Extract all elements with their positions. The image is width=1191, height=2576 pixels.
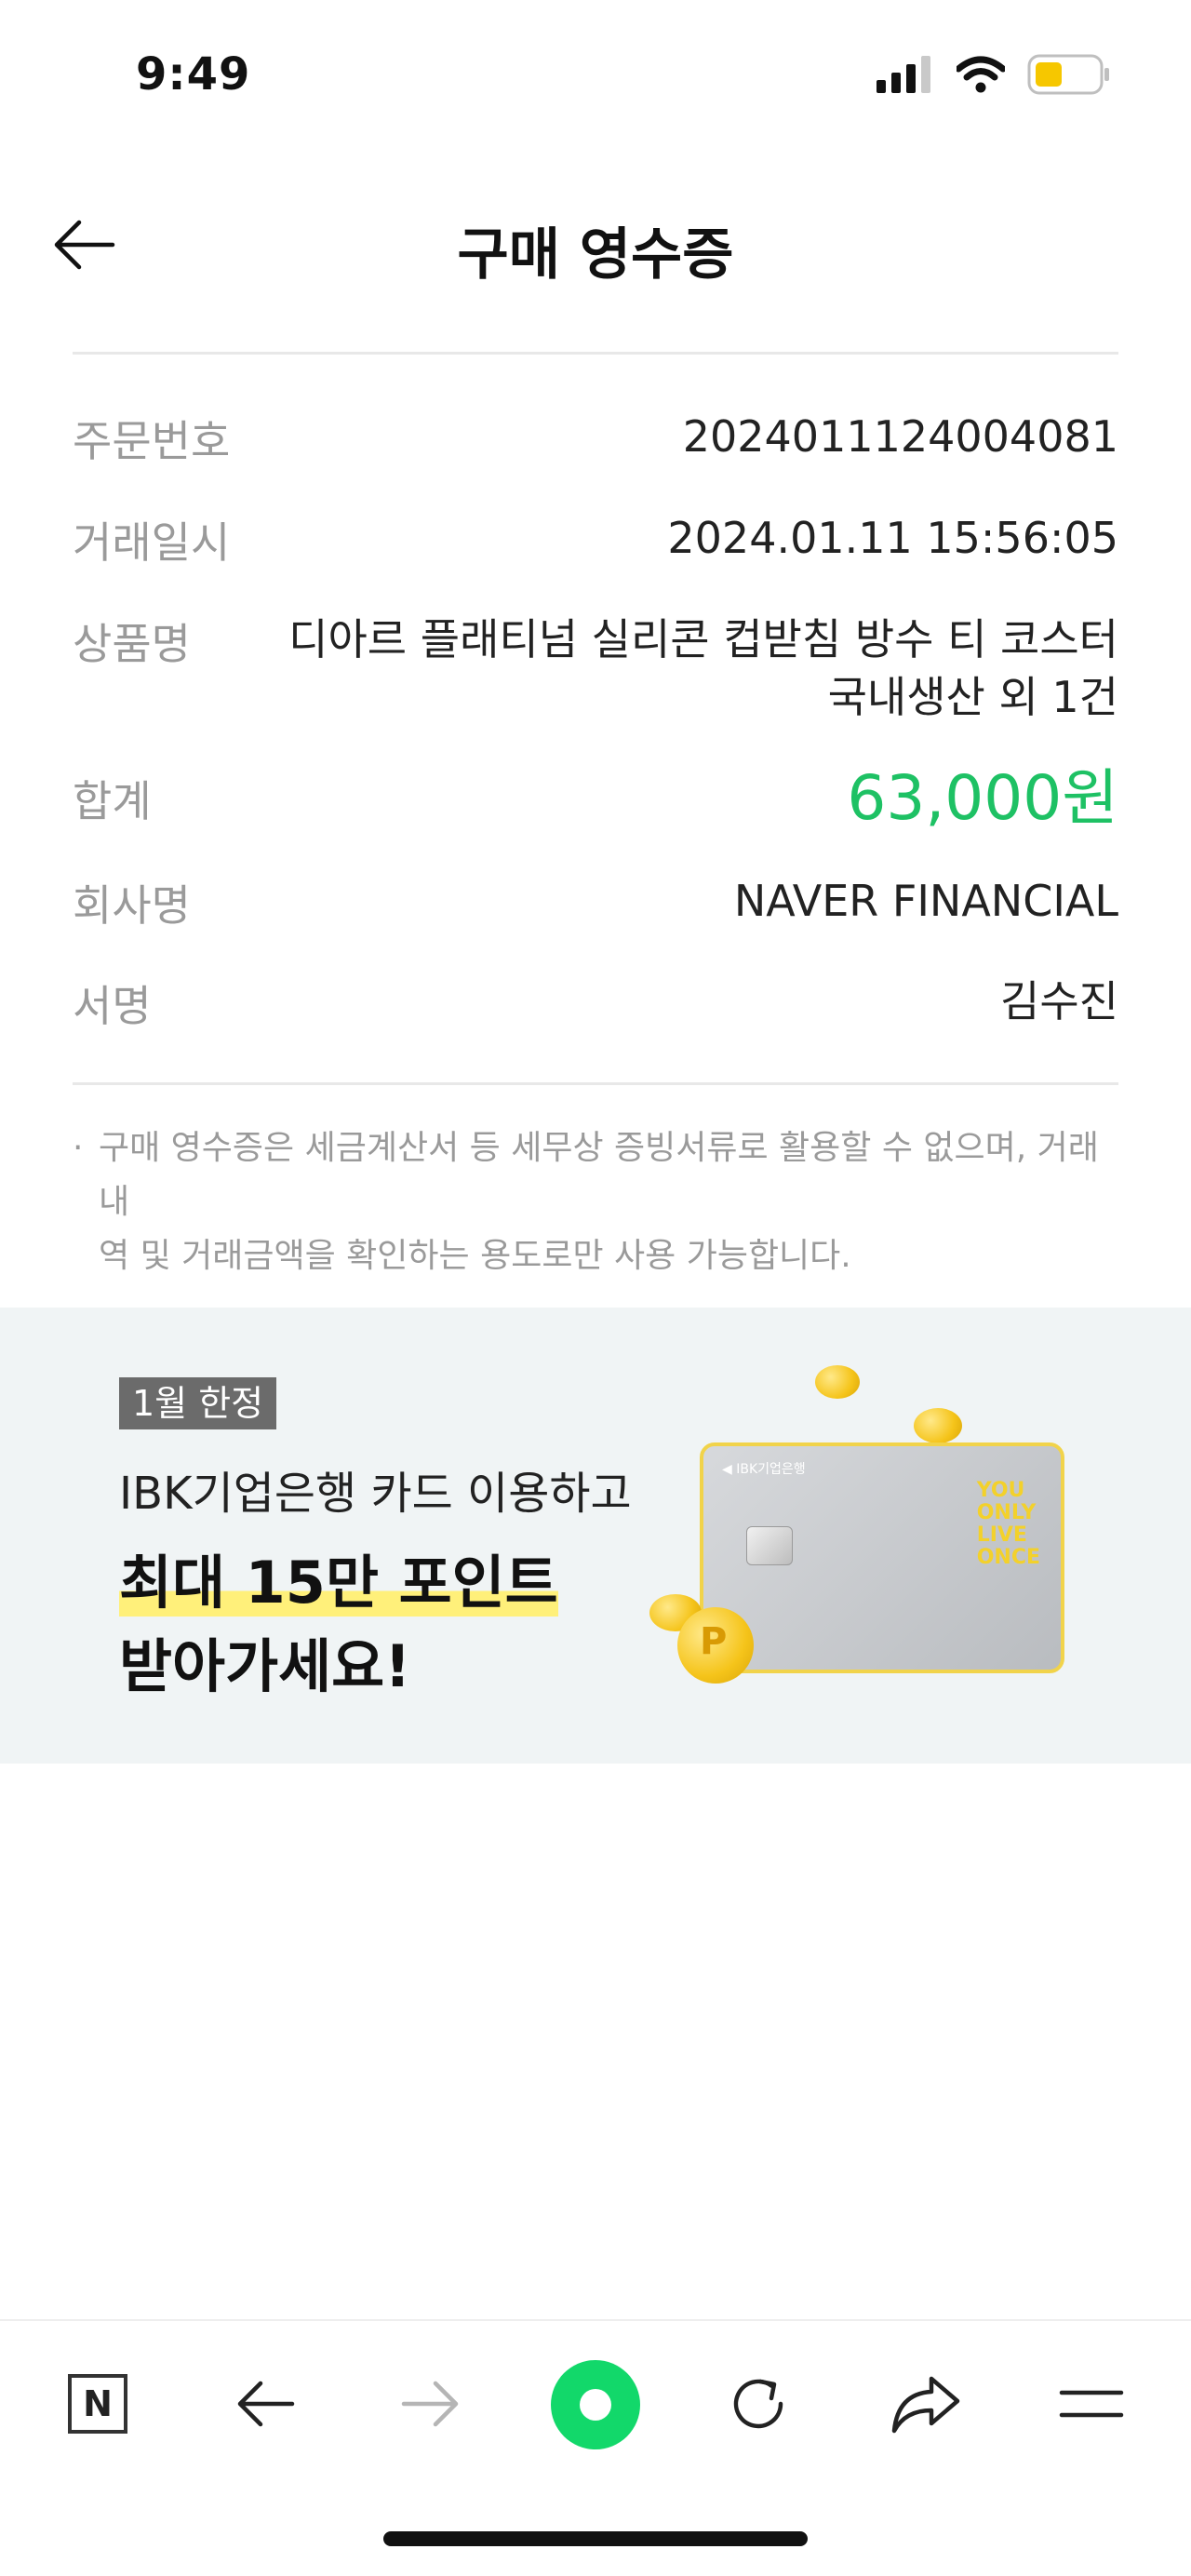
promo-headline-text: 최대 15만 포인트 xyxy=(119,1549,558,1617)
green-dot-icon xyxy=(551,2360,640,2449)
promo-headline: 최대 15만 포인트 xyxy=(119,1536,558,1619)
card-slogan-line: ONCE xyxy=(976,1546,1040,1569)
refresh-icon xyxy=(733,2379,783,2429)
menu-button[interactable] xyxy=(1050,2362,1133,2446)
company-row: 회사명 NAVER FINANCIAL xyxy=(73,872,1118,933)
product-name-line1: 디아르 플래티넘 실리콘 컵받침 방수 티 코스터 xyxy=(288,614,1118,664)
total-label: 합계 xyxy=(73,776,152,826)
order-number-row: 주문번호 2024011124004081 xyxy=(73,408,1118,469)
product-name-line2: 국내생산 외 1건 xyxy=(827,672,1118,722)
signature-label: 서명 xyxy=(73,981,152,1031)
naver-home-button[interactable]: N xyxy=(56,2362,140,2446)
card-chip-icon xyxy=(746,1526,793,1565)
point-coin-mark: P xyxy=(700,1620,728,1663)
notice-text: 구매 영수증은 세금계산서 등 세무상 증빙서류로 활용할 수 없으며, 거래내… xyxy=(99,1121,1118,1283)
battery-icon xyxy=(1027,54,1109,95)
order-number-value: 2024011124004081 xyxy=(682,411,1118,462)
top-divider xyxy=(73,352,1118,355)
order-number-label: 주문번호 xyxy=(73,416,231,466)
page-title: 구매 영수증 xyxy=(457,222,734,288)
share-icon xyxy=(891,2376,960,2434)
home-indicator[interactable] xyxy=(383,2531,808,2546)
naver-n-icon: N xyxy=(68,2374,127,2434)
green-dot-button[interactable] xyxy=(549,2358,642,2451)
signature-value: 김수진 xyxy=(1000,976,1118,1026)
card-slogan: YOU ONLY LIVE ONCE xyxy=(977,1480,1040,1569)
refresh-button[interactable] xyxy=(716,2362,800,2446)
arrow-left-icon xyxy=(237,2381,295,2427)
credit-card-image: ◀ IBK기업은행 YOU ONLY LIVE ONCE xyxy=(700,1442,1064,1673)
total-row: 합계 63,000원 xyxy=(73,761,1118,836)
promotion-banner[interactable]: 1월 한정 IBK기업은행 카드 이용하고 최대 15만 포인트 받아가세요! … xyxy=(0,1308,1191,1764)
status-icons xyxy=(877,54,1111,95)
card-slogan-line: YOU xyxy=(976,1479,1025,1502)
status-bar: 9:49 xyxy=(0,0,1191,158)
point-coin-icon: P xyxy=(677,1607,754,1684)
cellular-signal-icon xyxy=(877,56,930,93)
transaction-date-value: 2024.01.11 15:56:05 xyxy=(667,513,1118,563)
company-value: NAVER FINANCIAL xyxy=(733,876,1118,926)
coin-icon xyxy=(815,1365,860,1399)
notice-line1: 구매 영수증은 세금계산서 등 세무상 증빙서류로 활용할 수 없으며, 거래내 xyxy=(99,1129,1099,1221)
transaction-date-row: 거래일시 2024.01.11 15:56:05 xyxy=(73,509,1118,570)
browser-toolbar: N xyxy=(0,2319,1191,2479)
navigation-header: 구매 영수증 xyxy=(0,172,1191,312)
browser-forward-button[interactable] xyxy=(389,2362,473,2446)
card-brand-label: ◀ IBK기업은행 xyxy=(722,1462,806,1477)
product-name-row: 상품명 디아르 플래티넘 실리콘 컵받침 방수 티 코스터 국내생산 외 1건 xyxy=(73,610,1118,726)
total-amount: 63,000원 xyxy=(847,762,1118,834)
notice-line2: 역 및 거래금액을 확인하는 용도로만 사용 가능합니다. xyxy=(99,1237,851,1275)
bottom-divider xyxy=(73,1082,1118,1085)
arrow-right-icon xyxy=(401,2381,459,2427)
company-label: 회사명 xyxy=(73,880,191,931)
hamburger-menu-icon xyxy=(1059,2390,1124,2418)
product-name-label: 상품명 xyxy=(73,619,191,669)
promo-subtitle: IBK기업은행 카드 이용하고 xyxy=(119,1468,632,1520)
product-name-value: 디아르 플래티넘 실리콘 컵받침 방수 티 코스터 국내생산 외 1건 xyxy=(288,610,1118,726)
coin-icon xyxy=(914,1408,962,1443)
signature-row: 서명 김수진 xyxy=(73,973,1118,1034)
browser-back-button[interactable] xyxy=(223,2362,307,2446)
share-button[interactable] xyxy=(884,2362,968,2446)
naver-n-letter: N xyxy=(83,2383,113,2424)
card-slogan-line: ONLY xyxy=(976,1501,1037,1524)
promo-headline-2: 받아가세요! xyxy=(119,1632,411,1700)
wifi-icon xyxy=(957,56,1005,93)
notice-bullet: · xyxy=(73,1129,84,1167)
promo-badge: 1월 한정 xyxy=(119,1377,277,1429)
transaction-date-label: 거래일시 xyxy=(73,517,231,568)
card-slogan-line: LIVE xyxy=(976,1523,1027,1547)
receipt-notice: · 구매 영수증은 세금계산서 등 세무상 증빙서류로 활용할 수 없으며, 거… xyxy=(73,1121,1118,1283)
status-time: 9:49 xyxy=(136,48,251,101)
